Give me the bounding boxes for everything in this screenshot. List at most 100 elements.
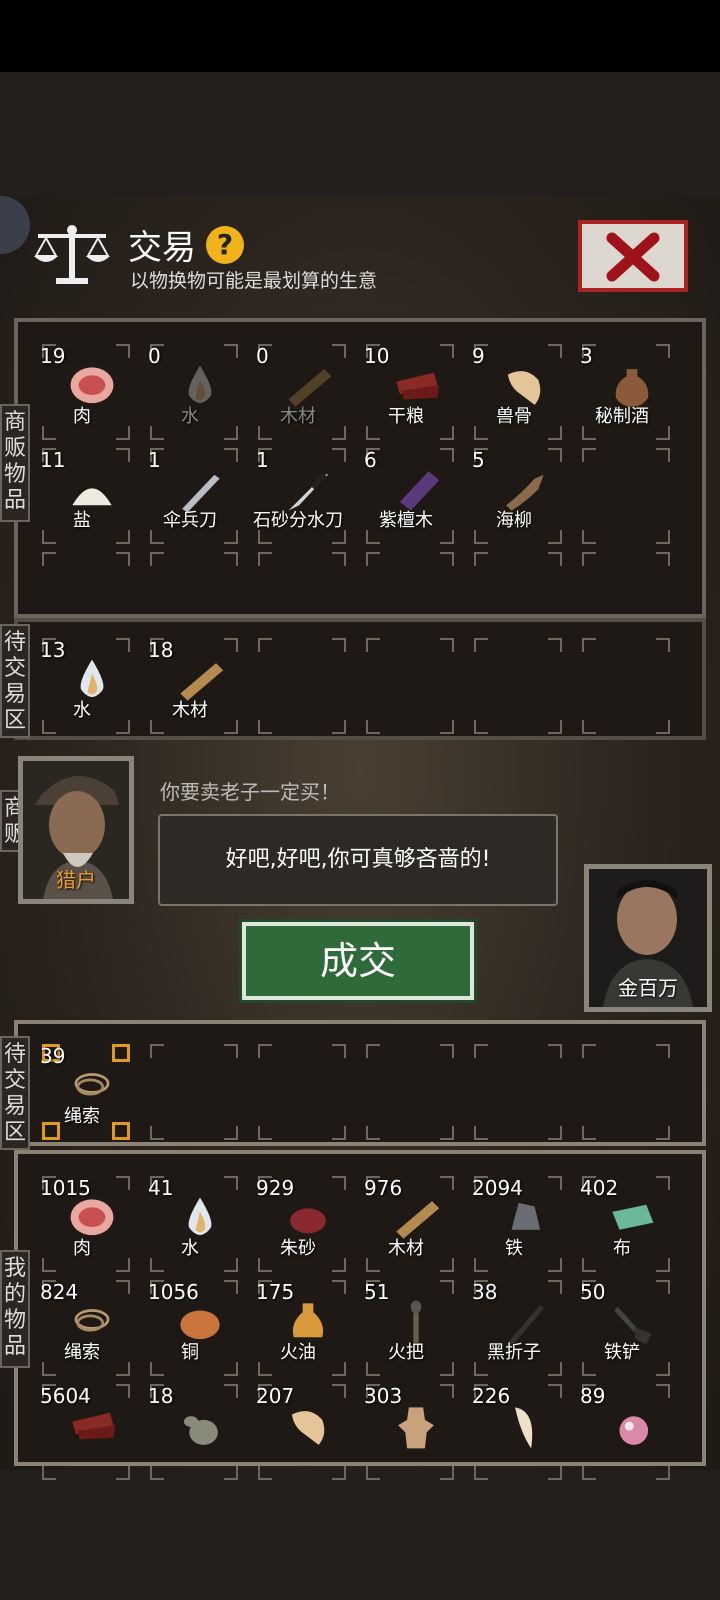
slot-corner — [474, 1126, 488, 1140]
my-item-slot[interactable]: 976 木材 — [352, 1172, 460, 1276]
item-count: 1 — [256, 448, 269, 472]
my-item-slot[interactable]: 929 朱砂 — [244, 1172, 352, 1276]
my-item-slot[interactable]: 402 布 — [568, 1172, 676, 1276]
slot-corner — [150, 552, 164, 566]
merchant-item-slot[interactable]: 1 石砂分水刀 — [244, 444, 352, 548]
merchant-item-slot[interactable]: 6 紫檀木 — [352, 444, 460, 548]
my-item-slot[interactable]: 18 — [136, 1380, 244, 1484]
slot-corner — [116, 1384, 130, 1398]
merchant-item-slot[interactable]: 3 秘制酒 — [568, 340, 676, 444]
deal-button[interactable]: 成交 — [239, 919, 477, 1003]
my-pending-item-slot — [460, 1040, 568, 1144]
slot-corner — [656, 448, 670, 462]
my-item-slot[interactable]: 824 绳索 — [28, 1276, 136, 1380]
slot-corner — [440, 1126, 454, 1140]
my-pending-item-slot[interactable]: 39 绳索 — [28, 1040, 136, 1144]
merchant-pending-item-slot — [568, 634, 676, 738]
help-icon[interactable]: ? — [206, 226, 244, 264]
merchant-portrait[interactable]: 猎户 — [18, 756, 134, 904]
item-name: 铜 — [181, 1342, 199, 1363]
slot-corner — [474, 1258, 488, 1272]
slot-corner — [582, 1362, 596, 1376]
my-item-slot[interactable]: 38 黑折子 — [460, 1276, 568, 1380]
item-name: 干粮 — [388, 406, 424, 427]
item-count: 207 — [256, 1384, 295, 1408]
merchant-item-slot[interactable]: 1 伞兵刀 — [136, 444, 244, 548]
my-item-slot[interactable]: 41 水 — [136, 1172, 244, 1276]
my-item-slot[interactable]: 50 铁铲 — [568, 1276, 676, 1380]
player-name: 金百万 — [618, 976, 678, 1000]
slot-corner — [112, 1044, 130, 1062]
slot-corner — [224, 448, 238, 462]
slot-corner — [548, 1280, 562, 1294]
merchant-item-slot[interactable]: 10 干粮 — [352, 340, 460, 444]
my-item-slot[interactable]: 2094 铁 — [460, 1172, 568, 1276]
slot-corner — [474, 1466, 488, 1480]
slot-corner — [224, 1280, 238, 1294]
slot-corner — [548, 1384, 562, 1398]
my-item-slot[interactable]: 1056 铜 — [136, 1276, 244, 1380]
my-item-slot[interactable]: 51 火把 — [352, 1276, 460, 1380]
slot-corner — [366, 1258, 380, 1272]
slot-corner — [582, 426, 596, 440]
slot-corner — [42, 1362, 56, 1376]
slot-corner — [656, 1466, 670, 1480]
slot-corner — [474, 720, 488, 734]
item-count: 9 — [472, 344, 485, 368]
slot-corner — [116, 552, 130, 566]
merchant-item-slot[interactable]: 19 肉 — [28, 340, 136, 444]
item-name: 火油 — [280, 1342, 316, 1363]
item-count: 41 — [148, 1176, 174, 1200]
player-portrait[interactable]: 金百万 — [584, 864, 712, 1012]
item-name: 肉 — [73, 406, 91, 427]
slot-corner — [582, 1044, 596, 1058]
merchant-pending-item-slot[interactable]: 13 水 — [28, 634, 136, 738]
my-pending-item-slot — [244, 1040, 352, 1144]
slot-corner — [582, 720, 596, 734]
slot-corner — [656, 1176, 670, 1190]
slot-corner — [440, 448, 454, 462]
slot-corner — [474, 426, 488, 440]
slot-corner — [150, 1362, 164, 1376]
item-name: 肉 — [73, 1238, 91, 1259]
slot-corner — [224, 1044, 238, 1058]
status-bar — [0, 0, 720, 72]
slot-corner — [116, 530, 130, 544]
merchant-pending-item-slot[interactable]: 18 木材 — [136, 634, 244, 738]
slot-corner — [656, 344, 670, 358]
my-pending-label: 待交易区 — [0, 1036, 30, 1150]
top-background — [0, 72, 720, 196]
item-count: 13 — [40, 638, 66, 662]
slot-corner — [366, 1362, 380, 1376]
my-item-slot[interactable]: 207 — [244, 1380, 352, 1484]
my-item-slot[interactable]: 226 — [460, 1380, 568, 1484]
slot-corner — [440, 638, 454, 652]
item-count: 0 — [256, 344, 269, 368]
my-item-slot[interactable]: 1015 肉 — [28, 1172, 136, 1276]
merchant-item-slot[interactable]: 0水 — [136, 340, 244, 444]
slot-corner — [440, 552, 454, 566]
my-item-slot[interactable]: 5604 — [28, 1380, 136, 1484]
merchant-item-slot[interactable]: 5 海柳 — [460, 444, 568, 548]
slot-corner — [656, 1044, 670, 1058]
my-item-slot[interactable]: 89 — [568, 1380, 676, 1484]
slot-corner — [582, 1126, 596, 1140]
slot-corner — [42, 1466, 56, 1480]
slot-corner — [366, 638, 380, 652]
item-name: 绳索 — [64, 1342, 100, 1363]
item-name: 水 — [181, 406, 199, 427]
slot-corner — [656, 638, 670, 652]
item-name: 石砂分水刀 — [253, 510, 343, 531]
merchant-item-slot[interactable]: 11 盐 — [28, 444, 136, 548]
my-item-slot[interactable]: 303 — [352, 1380, 460, 1484]
close-button[interactable] — [578, 220, 688, 292]
merchant-item-slot[interactable]: 9 兽骨 — [460, 340, 568, 444]
slot-corner — [42, 426, 56, 440]
my-item-slot[interactable]: 175 火油 — [244, 1276, 352, 1380]
slot-corner — [332, 1280, 346, 1294]
slot-corner — [42, 720, 56, 734]
item-count: 2094 — [472, 1176, 523, 1200]
item-count: 5604 — [40, 1384, 91, 1408]
page-subtitle: 以物换物可能是最划算的生意 — [130, 270, 378, 292]
merchant-item-slot[interactable]: 0 木材 — [244, 340, 352, 444]
